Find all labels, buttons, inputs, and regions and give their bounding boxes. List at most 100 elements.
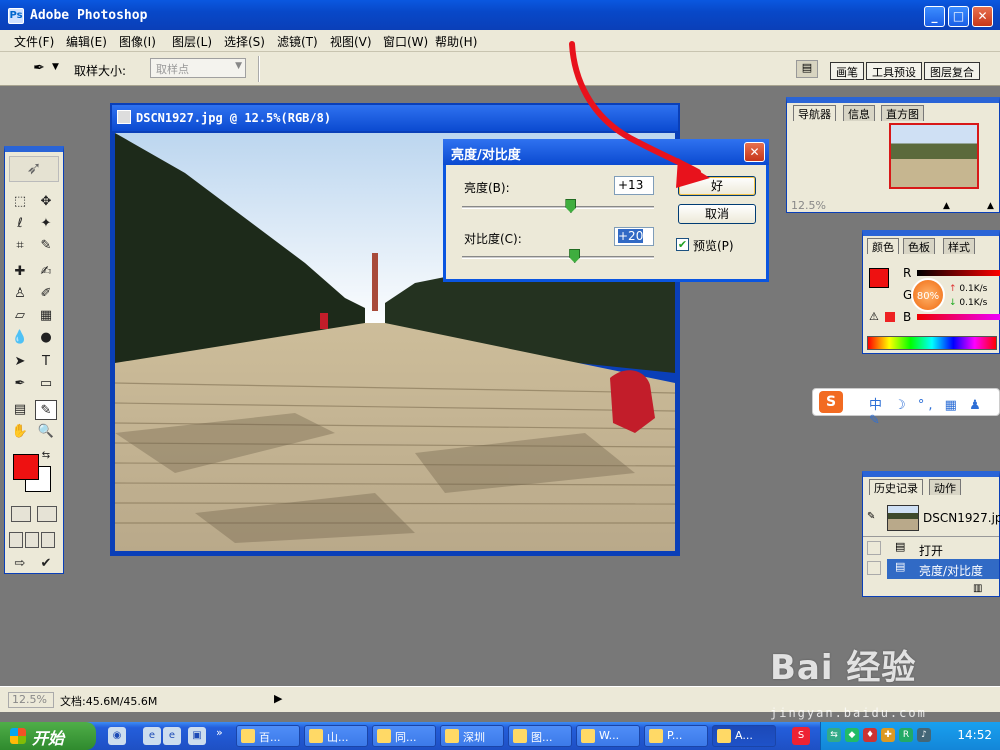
task-button[interactable]: 同... <box>372 725 436 747</box>
close-button[interactable]: ✕ <box>972 6 993 27</box>
clone-stamp-tool-icon[interactable]: ♙ <box>9 284 31 304</box>
task-button[interactable]: 山... <box>304 725 368 747</box>
quicklaunch-icon[interactable]: ◉ <box>108 727 126 745</box>
tray-network-icon[interactable]: ✚ <box>881 728 895 742</box>
brightness-slider-track[interactable] <box>462 206 654 209</box>
ime-status-items[interactable]: 中 ☽ °, ▦ ♟ ✎ <box>869 394 999 428</box>
zoom-out-icon[interactable]: ▲ <box>943 201 950 211</box>
menu-edit[interactable]: 编辑(E) <box>66 33 107 50</box>
tab-swatches[interactable]: 色板 <box>903 238 935 254</box>
healing-brush-tool-icon[interactable]: ✚ <box>9 262 31 282</box>
notes-tool-icon[interactable]: ▤ <box>9 400 31 420</box>
status-menu-arrow-icon[interactable]: ▶ <box>274 692 282 705</box>
dialog-close-button[interactable]: ✕ <box>744 142 765 162</box>
navigator-thumbnail[interactable] <box>889 123 979 189</box>
brush-tool-icon[interactable]: ✍ <box>35 262 57 282</box>
tray-r-icon[interactable]: R <box>899 728 913 742</box>
gradient-tool-icon[interactable]: ▦ <box>35 306 57 326</box>
tray-volume-icon[interactable]: ♪ <box>917 728 931 742</box>
blur-tool-icon[interactable]: 💧 <box>9 328 31 348</box>
eyedropper-tool-icon[interactable]: ✎ <box>35 400 57 420</box>
crop-tool-icon[interactable]: ⌗ <box>9 236 31 256</box>
tab-color[interactable]: 颜色 <box>867 238 899 254</box>
zoom-in-icon[interactable]: ▲ <box>987 201 994 211</box>
menu-image[interactable]: 图像(I) <box>119 33 156 50</box>
ie-alt-icon[interactable]: e <box>163 727 181 745</box>
tab-histogram[interactable]: 直方图 <box>881 105 924 121</box>
history-snapshot-row[interactable]: ✎ DSCN1927.jpg <box>863 499 1000 537</box>
menu-select[interactable]: 选择(S) <box>224 33 265 50</box>
foreground-color-swatch[interactable] <box>13 454 39 480</box>
standard-mode-icon[interactable] <box>11 506 31 522</box>
tool-preset-dropdown-icon[interactable]: ▼ <box>52 62 59 72</box>
tab-styles[interactable]: 样式 <box>943 238 975 254</box>
navigator-zoom[interactable]: 12.5% <box>791 199 826 212</box>
b-slider[interactable] <box>917 314 1000 320</box>
task-button[interactable]: 图... <box>508 725 572 747</box>
menu-file[interactable]: 文件(F) <box>14 33 54 50</box>
contrast-slider-thumb[interactable] <box>569 249 581 263</box>
well-tab-brushes[interactable]: 画笔 <box>830 62 864 80</box>
status-zoom[interactable]: 12.5% <box>8 692 54 708</box>
tab-actions[interactable]: 动作 <box>929 479 961 495</box>
menu-window[interactable]: 窗口(W) <box>383 33 428 50</box>
contrast-input[interactable]: +20 <box>614 227 654 246</box>
tray-antivirus-icon[interactable]: ♦ <box>863 728 877 742</box>
task-button[interactable]: 深圳 <box>440 725 504 747</box>
history-state-box[interactable] <box>867 561 881 575</box>
menu-layer[interactable]: 图层(L) <box>172 33 212 50</box>
quicklaunch-more-icon[interactable]: » <box>216 726 223 739</box>
sample-size-select[interactable]: 取样点 ▼ <box>150 58 246 78</box>
screen-mode-full-menu-icon[interactable] <box>25 532 39 548</box>
color-ramp[interactable] <box>867 336 997 350</box>
tab-info[interactable]: 信息 <box>843 105 875 121</box>
eraser-tool-icon[interactable]: ▱ <box>9 306 31 326</box>
minimize-button[interactable]: _ <box>924 6 945 27</box>
type-tool-icon[interactable]: T <box>35 352 57 372</box>
trash-icon[interactable]: ▥ <box>973 583 982 594</box>
screen-mode-full-icon[interactable] <box>41 532 55 548</box>
menu-view[interactable]: 视图(V) <box>330 33 372 50</box>
task-button[interactable]: P... <box>644 725 708 747</box>
pen-tool-icon[interactable]: ✒ <box>9 374 31 394</box>
maximize-button[interactable]: □ <box>948 6 969 27</box>
well-tab-tool-presets[interactable]: 工具预设 <box>866 62 922 80</box>
gamut-warning-icon[interactable]: ⚠ <box>869 310 879 323</box>
edit-in-imageready-icon[interactable]: ✔ <box>35 554 57 574</box>
eyedropper-icon[interactable]: ✒ <box>28 60 50 78</box>
sogou-logo-icon[interactable]: S <box>819 391 843 413</box>
jump-to-imageready-icon[interactable]: ⇨ <box>9 554 31 574</box>
swap-colors-icon[interactable]: ⇆ <box>39 450 53 462</box>
shape-tool-icon[interactable]: ▭ <box>35 374 57 394</box>
r-slider[interactable] <box>917 270 1000 276</box>
history-brush-tool-icon[interactable]: ✐ <box>35 284 57 304</box>
preview-checkbox[interactable]: ✔ <box>676 238 689 251</box>
well-tab-layer-comps[interactable]: 图层复合 <box>924 62 980 80</box>
menu-help[interactable]: 帮助(H) <box>435 33 477 50</box>
zoom-tool-icon[interactable]: 🔍 <box>35 422 57 442</box>
gamut-color-swatch[interactable] <box>885 312 895 322</box>
tray-shield-icon[interactable]: ◆ <box>845 728 859 742</box>
screen-mode-standard-icon[interactable] <box>9 532 23 548</box>
hand-tool-icon[interactable]: ✋ <box>9 422 31 442</box>
contrast-slider-track[interactable] <box>462 256 654 259</box>
history-item-selected[interactable]: ▤ 亮度/对比度 <box>887 559 999 579</box>
brightness-slider-thumb[interactable] <box>565 199 577 213</box>
move-tool-icon[interactable]: ✥ <box>35 192 57 212</box>
start-button[interactable]: 开始 <box>0 722 96 750</box>
sogou-task-icon[interactable]: S <box>792 727 810 745</box>
palette-well-icon[interactable]: ▤ <box>796 60 818 78</box>
history-brush-source-icon[interactable]: ✎ <box>867 511 875 522</box>
ie-icon[interactable]: e <box>143 727 161 745</box>
history-state-box[interactable] <box>867 541 881 555</box>
quick-mask-mode-icon[interactable] <box>37 506 57 522</box>
magic-wand-tool-icon[interactable]: ✦ <box>35 214 57 234</box>
slice-tool-icon[interactable]: ✎ <box>35 236 57 256</box>
path-selection-tool-icon[interactable]: ➤ <box>9 352 31 372</box>
task-button[interactable]: 百... <box>236 725 300 747</box>
menu-filter[interactable]: 滤镜(T) <box>277 33 318 50</box>
history-item[interactable]: ▤ 打开 <box>863 539 999 559</box>
color-fg-swatch[interactable] <box>869 268 889 288</box>
cancel-button[interactable]: 取消 <box>678 204 756 224</box>
task-button[interactable]: W... <box>576 725 640 747</box>
